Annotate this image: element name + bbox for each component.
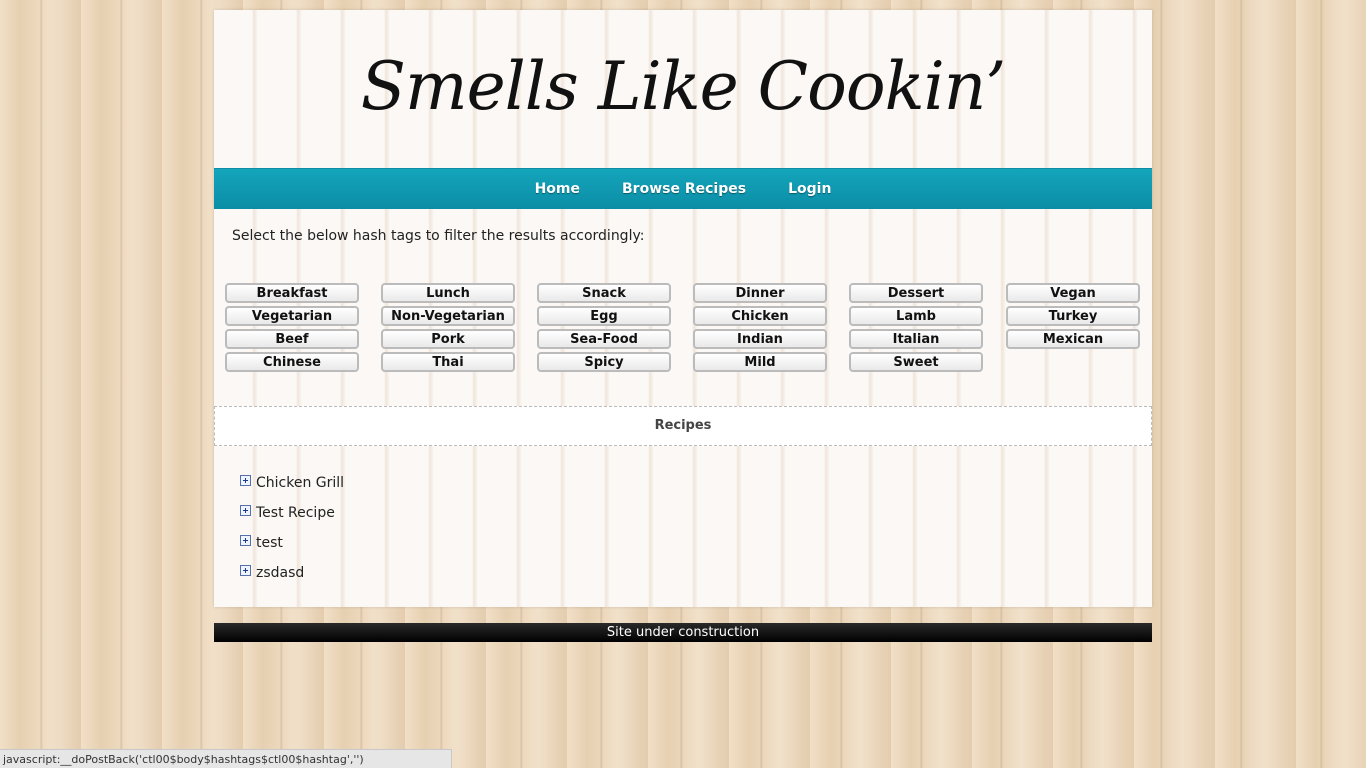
hashtag-button-turkey[interactable]: Turkey	[1006, 306, 1140, 326]
hashtag-button-sweet[interactable]: Sweet	[849, 352, 983, 372]
recipe-item[interactable]: test	[240, 533, 283, 553]
site-title: Smells Like Cookin’	[360, 48, 1006, 125]
hashtag-button-italian[interactable]: Italian	[849, 329, 983, 349]
recipe-item[interactable]: Chicken Grill	[240, 473, 344, 493]
expand-plus-icon[interactable]	[240, 474, 251, 486]
main-container: Smells Like Cookin’ Home Browse Recipes …	[214, 10, 1152, 607]
hashtag-button-snack[interactable]: Snack	[537, 283, 671, 303]
hashtag-button-lamb[interactable]: Lamb	[849, 306, 983, 326]
hashtag-button-spicy[interactable]: Spicy	[537, 352, 671, 372]
site-footer: Site under construction	[214, 623, 1152, 642]
hashtag-button-lunch[interactable]: Lunch	[381, 283, 515, 303]
nav-browse-recipes-link[interactable]: Browse Recipes	[622, 169, 746, 209]
hashtag-button-sea-food[interactable]: Sea-Food	[537, 329, 671, 349]
hashtag-button-vegetarian[interactable]: Vegetarian	[225, 306, 359, 326]
hashtag-button-chicken[interactable]: Chicken	[693, 306, 827, 326]
hashtag-button-dinner[interactable]: Dinner	[693, 283, 827, 303]
nav-home-link[interactable]: Home	[535, 169, 580, 209]
site-header: Smells Like Cookin’	[214, 10, 1152, 168]
hashtag-button-non-vegetarian[interactable]: Non-Vegetarian	[381, 306, 515, 326]
recipe-item-label[interactable]: test	[256, 535, 283, 551]
recipe-item[interactable]: Test Recipe	[240, 503, 335, 523]
hashtag-button-mexican[interactable]: Mexican	[1006, 329, 1140, 349]
hashtag-button-dessert[interactable]: Dessert	[849, 283, 983, 303]
hashtag-button-chinese[interactable]: Chinese	[225, 352, 359, 372]
expand-plus-icon[interactable]	[240, 534, 251, 546]
hashtag-button-pork[interactable]: Pork	[381, 329, 515, 349]
hashtag-button-mild[interactable]: Mild	[693, 352, 827, 372]
hashtag-button-thai[interactable]: Thai	[381, 352, 515, 372]
recipes-header: Recipes	[214, 406, 1152, 446]
expand-plus-icon[interactable]	[240, 504, 251, 516]
filter-instructions: Select the below hash tags to filter the…	[232, 228, 645, 244]
hashtag-button-vegan[interactable]: Vegan	[1006, 283, 1140, 303]
recipe-item-label[interactable]: Test Recipe	[256, 505, 335, 521]
browser-status-bar: javascript:__doPostBack('ctl00$body$hash…	[0, 749, 452, 768]
expand-plus-icon[interactable]	[240, 564, 251, 576]
recipe-item[interactable]: zsdasd	[240, 563, 304, 583]
nav-bar: Home Browse Recipes Login	[214, 168, 1152, 209]
nav-login-link[interactable]: Login	[788, 169, 831, 209]
recipe-item-label[interactable]: Chicken Grill	[256, 475, 344, 491]
hashtag-button-indian[interactable]: Indian	[693, 329, 827, 349]
recipe-item-label[interactable]: zsdasd	[256, 565, 304, 581]
hashtag-button-beef[interactable]: Beef	[225, 329, 359, 349]
hashtag-button-egg[interactable]: Egg	[537, 306, 671, 326]
hashtag-button-breakfast[interactable]: Breakfast	[225, 283, 359, 303]
